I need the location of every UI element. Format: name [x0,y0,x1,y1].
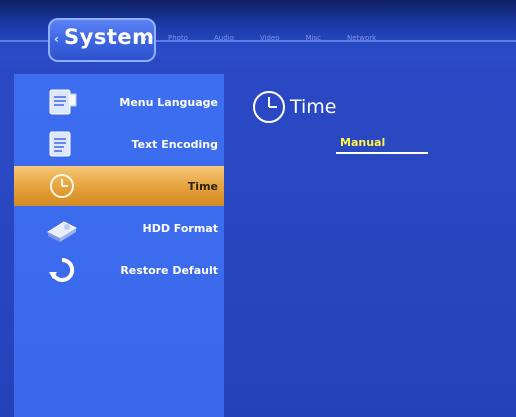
sidebar-item-restore-default[interactable]: Restore Default [14,250,224,290]
system-settings-screen: ‹ System › Photo Audio Video Misc Networ… [0,0,516,417]
field-underline [336,152,428,154]
sidebar-item-label: Menu Language [119,96,218,109]
time-mode-field[interactable]: Manual [336,136,428,154]
settings-sidebar: Menu Language Text Encoding Time HDD For… [14,74,224,417]
category-tabs: Photo Audio Video Misc Network [168,34,376,42]
clock-icon [252,91,286,128]
sidebar-item-hdd-format[interactable]: HDD Format [14,208,224,248]
chevron-left-icon: ‹ [54,32,59,46]
top-menu-bar: ‹ System › Photo Audio Video Misc Networ… [0,0,516,72]
tab-misc[interactable]: Misc [306,34,321,42]
sidebar-item-text-encoding[interactable]: Text Encoding [14,124,224,164]
panel-title: Time [252,90,337,128]
panel-title-label: Time [290,96,337,118]
tab-system-label: System [64,25,155,49]
tab-network[interactable]: Network [347,34,376,42]
tab-audio[interactable]: Audio [214,34,234,42]
sidebar-item-label: HDD Format [142,222,219,235]
clock-icon [46,172,78,200]
sidebar-item-label: Time [187,180,218,193]
document-icon [46,130,78,158]
restore-arrow-icon [46,256,78,284]
time-mode-value: Manual [340,136,386,149]
hard-drive-icon [46,214,78,242]
tab-system[interactable]: ‹ System › [48,18,156,62]
tab-video[interactable]: Video [260,34,280,42]
sidebar-item-label: Text Encoding [131,138,218,151]
tab-photo[interactable]: Photo [168,34,188,42]
document-flag-icon [46,88,78,116]
sidebar-item-time[interactable]: Time [14,166,224,206]
sidebar-item-label: Restore Default [120,264,218,277]
chevron-right-icon: › [142,32,147,46]
sidebar-item-menu-language[interactable]: Menu Language [14,82,224,122]
